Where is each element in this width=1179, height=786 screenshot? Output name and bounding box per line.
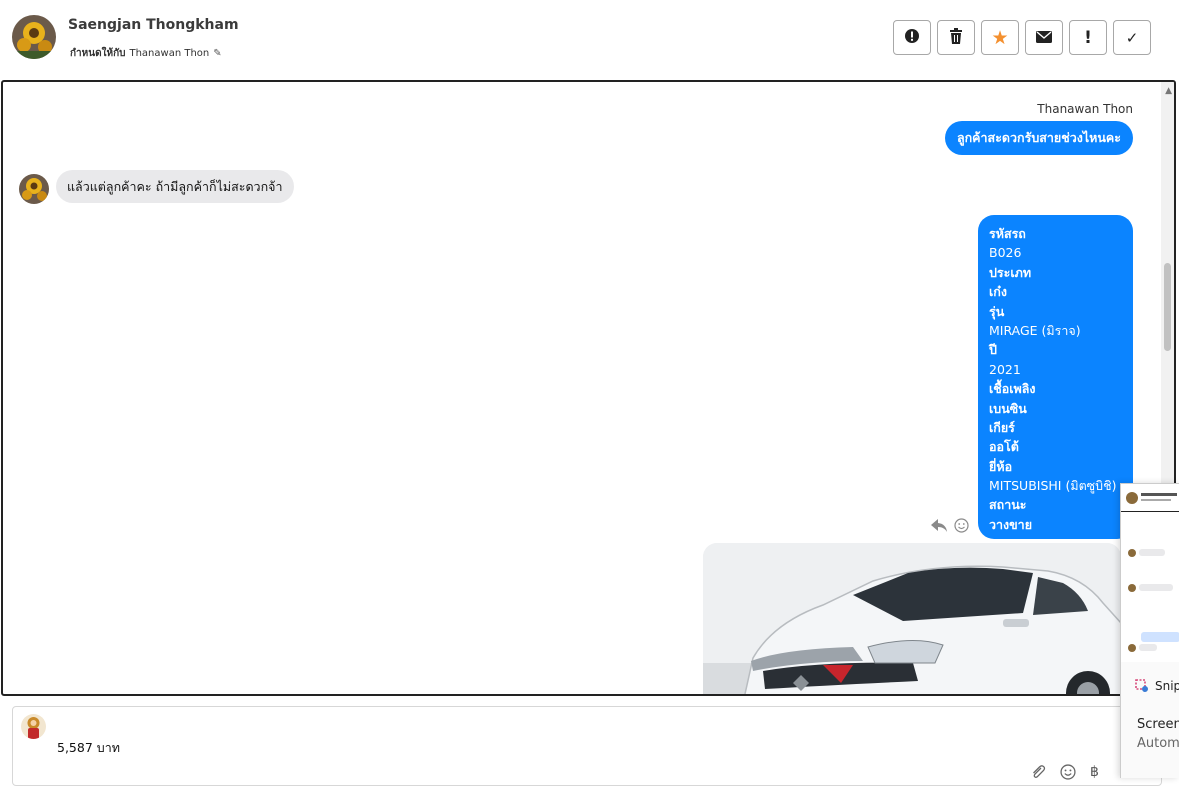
- outgoing-message[interactable]: ลูกค้าสะดวกรับสายช่วงไหนคะ: [944, 121, 1133, 155]
- baht-icon[interactable]: ฿: [1090, 764, 1099, 784]
- snip-subtitle: Automa: [1137, 736, 1179, 751]
- emoji-icon[interactable]: [954, 518, 969, 537]
- agent-avatar: [21, 714, 46, 739]
- detail-line: ออโต้: [989, 439, 1019, 455]
- snip-app-label: Snip: [1135, 679, 1179, 693]
- message-actions: [931, 518, 969, 537]
- detail-line: MITSUBISHI (มิตซูบิชิ): [989, 478, 1117, 494]
- detail-line: เชื้อเพลิง: [989, 381, 1036, 397]
- car-photo[interactable]: [703, 543, 1121, 694]
- snipping-tool-icon: [1135, 679, 1149, 693]
- assignee-name: Thanawan Thon: [129, 48, 210, 59]
- car-details-message[interactable]: รหัสรถ B026 ประเภท เก๋ง รุ่น MIRAGE (มิร…: [978, 215, 1133, 540]
- detail-line: ประเภท: [989, 264, 1032, 280]
- conversation-actions: ★ ! ✓: [893, 20, 1151, 55]
- message-text: แล้วแต่ลูกค้าคะ ถ้ามีลูกค้าก็ไม่สะดวกจ้า: [67, 178, 283, 194]
- message-thread[interactable]: ــــــــــــــــــــــــــــــــــــــــ…: [1, 80, 1176, 696]
- incoming-message[interactable]: แล้วแต่ลูกค้าคะ ถ้ามีลูกค้าก็ไม่สะดวกจ้า: [56, 170, 294, 203]
- conversation-header: Saengjan Thongkham กำหนดให้กับ Thanawan …: [0, 0, 1179, 80]
- detail-line: รุ่น: [989, 303, 1005, 319]
- contact-avatar[interactable]: [12, 15, 56, 59]
- detail-line: สถานะ: [989, 497, 1027, 513]
- detail-line: เกียร์: [989, 419, 1015, 435]
- important-button[interactable]: !: [1069, 20, 1107, 55]
- message-composer[interactable]: 5,587 บาท ฿: [12, 706, 1162, 786]
- snip-title: Screens: [1137, 717, 1179, 732]
- trash-icon: [949, 27, 963, 48]
- snip-app-name: Snip: [1155, 679, 1179, 693]
- pencil-icon[interactable]: ✎: [213, 48, 221, 59]
- snipping-tool-notification[interactable]: Snip Screens Automa: [1120, 483, 1179, 778]
- emoji-icon[interactable]: [1060, 764, 1076, 784]
- scroll-up-arrow-icon[interactable]: ▲: [1165, 86, 1172, 96]
- message-text: ลูกค้าสะดวกรับสายช่วงไหนคะ: [956, 130, 1121, 145]
- detail-line: ปี: [989, 342, 997, 358]
- sender-name: Thanawan Thon: [1037, 102, 1133, 116]
- detail-line: ยี่ห้อ: [989, 458, 1013, 474]
- reply-icon[interactable]: [931, 518, 948, 537]
- mark-unread-button[interactable]: [1025, 20, 1063, 55]
- detail-line: เก๋ง: [989, 284, 1007, 300]
- alert-circle-icon: [904, 28, 920, 48]
- detail-line: เบนซิน: [989, 400, 1027, 416]
- resolve-button[interactable]: ✓: [1113, 20, 1151, 55]
- detail-line: B026: [989, 245, 1022, 261]
- report-button[interactable]: [893, 20, 931, 55]
- contact-name: Saengjan Thongkham: [68, 17, 239, 33]
- composer-input[interactable]: 5,587 บาท: [57, 738, 120, 758]
- composer-tools: ฿: [1030, 764, 1099, 784]
- detail-line: วางขาย: [989, 516, 1033, 532]
- exclamation-icon: !: [1084, 27, 1092, 48]
- detail-line: MIRAGE (มิราจ): [989, 322, 1081, 338]
- paperclip-icon[interactable]: [1030, 764, 1046, 784]
- clipped-system-text: ــــــــــــــــــــــــــــــــــــــــ…: [363, 82, 793, 84]
- assign-prefix: กำหนดให้กับ: [70, 48, 126, 59]
- contact-avatar-small: [19, 174, 49, 204]
- scroll-thumb[interactable]: [1164, 263, 1171, 351]
- delete-button[interactable]: [937, 20, 975, 55]
- star-icon: ★: [991, 26, 1009, 49]
- star-button[interactable]: ★: [981, 20, 1019, 55]
- detail-line: 2021: [989, 361, 1021, 377]
- snip-thumbnail[interactable]: [1121, 484, 1179, 662]
- assignment-info[interactable]: กำหนดให้กับ Thanawan Thon ✎: [70, 46, 222, 61]
- detail-line: รหัสรถ: [989, 226, 1026, 241]
- check-icon: ✓: [1125, 28, 1139, 47]
- envelope-icon: [1036, 29, 1052, 47]
